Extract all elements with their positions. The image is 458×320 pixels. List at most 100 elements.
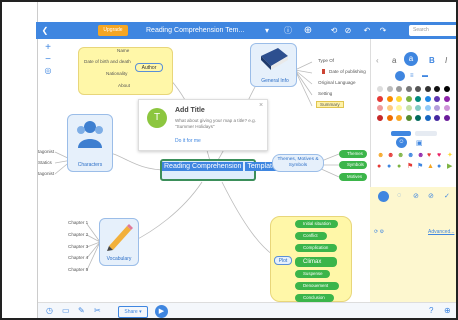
sticker-icon[interactable]: ☻ (417, 152, 424, 160)
color-swatch[interactable] (377, 105, 383, 111)
plot-item[interactable]: Conflict (295, 232, 327, 240)
sticker-icon[interactable]: ● (377, 163, 381, 171)
settings-icon[interactable]: ⟳ ⚙ (374, 229, 384, 235)
plot-node[interactable]: Plot (274, 256, 292, 265)
tools-icon[interactable]: ✂ (94, 306, 101, 315)
color-swatch[interactable] (443, 105, 450, 111)
color-swatch[interactable] (386, 86, 393, 92)
sticker-icon[interactable]: ♥ (437, 152, 441, 160)
color-swatch[interactable] (415, 114, 421, 121)
plot-item[interactable]: Suspense (295, 270, 330, 278)
sticker-icon[interactable]: ☻ (407, 152, 414, 160)
tab-background[interactable] (415, 131, 437, 136)
image-tab-icon[interactable]: ▣ (416, 139, 423, 147)
sticker-icon[interactable]: ● (397, 163, 401, 171)
plot-item[interactable]: Denouement (295, 282, 339, 290)
sticker-icon[interactable]: ♥ (427, 152, 431, 160)
color-swatch[interactable] (386, 95, 393, 102)
color-swatch[interactable] (415, 105, 421, 111)
sticker-selected-icon[interactable] (378, 191, 389, 202)
characters-node[interactable]: Characters (70, 162, 110, 168)
general-info-node[interactable]: General Info (255, 78, 295, 84)
help-icon[interactable]: ? (429, 306, 433, 315)
history-icon[interactable]: ◷ (46, 306, 53, 315)
close-icon[interactable]: × (259, 102, 263, 109)
sticker-icon[interactable]: ☻ (377, 152, 384, 160)
color-swatch[interactable] (405, 114, 412, 121)
author-item[interactable]: Name (117, 48, 129, 53)
color-swatch[interactable] (386, 114, 393, 121)
color-swatch[interactable] (434, 105, 440, 111)
general-info-item[interactable]: Date of publishing (322, 69, 366, 74)
color-swatch[interactable] (424, 114, 431, 121)
color-swatch[interactable] (377, 86, 383, 92)
themes-item[interactable]: Motives (339, 173, 367, 181)
sticker-icon[interactable]: ☻ (387, 152, 394, 160)
color-swatch[interactable] (424, 105, 431, 111)
comment-icon[interactable]: ◌ (397, 192, 401, 199)
shape-icon[interactable]: ▬ (422, 73, 428, 79)
sticker-icon[interactable]: ⚑ (407, 163, 413, 171)
themes-item[interactable]: Themes (339, 150, 367, 158)
sticker-icon[interactable]: ▶ (447, 163, 452, 171)
attach-icon[interactable]: ⊘ (428, 192, 434, 200)
themes-item[interactable]: Symbols (339, 161, 367, 169)
author-node[interactable]: Author (135, 63, 163, 72)
color-swatch[interactable] (405, 86, 412, 92)
present-icon[interactable]: ▭ (62, 306, 70, 315)
play-button[interactable]: ▶ (155, 305, 168, 318)
color-swatch[interactable] (396, 86, 402, 92)
tab-colors[interactable] (391, 131, 411, 136)
chevron-left-icon[interactable]: ‹ (376, 56, 379, 65)
color-swatch[interactable] (396, 114, 402, 121)
characters-item[interactable]: Statics (38, 160, 52, 165)
color-swatch[interactable] (443, 95, 450, 102)
characters-item[interactable]: tagonist (38, 171, 54, 176)
color-swatch[interactable] (443, 114, 450, 121)
general-info-item[interactable]: Type Of (318, 58, 334, 63)
text-color-icon[interactable] (395, 71, 405, 81)
general-info-item[interactable]: Setting (318, 91, 332, 96)
color-swatch[interactable] (415, 86, 421, 92)
plot-item[interactable]: Complication (295, 244, 337, 252)
vocabulary-item[interactable]: Chapter 1 (68, 220, 88, 225)
sticker-icon[interactable]: ⚑ (417, 163, 423, 171)
link-panel-icon[interactable]: ⊘ (413, 192, 419, 200)
general-info-item[interactable]: Original Language (318, 80, 356, 85)
plot-item[interactable]: Initial situation (295, 220, 338, 228)
sticker-icon[interactable]: ● (387, 163, 391, 171)
general-info-item[interactable]: Summary (316, 101, 344, 108)
characters-item[interactable]: tagonist (38, 149, 54, 154)
color-swatch[interactable] (424, 86, 431, 92)
author-item[interactable]: Date of birth and death (84, 59, 131, 64)
color-swatch[interactable] (434, 114, 440, 121)
italic-icon[interactable]: I (445, 56, 447, 65)
pen-icon[interactable]: ✎ (78, 306, 85, 315)
do-it-for-me-link[interactable]: Do it for me (175, 138, 201, 144)
color-swatch[interactable] (405, 105, 412, 111)
color-swatch[interactable] (424, 95, 431, 102)
vocabulary-node[interactable]: Vocabulary (100, 256, 138, 262)
sticker-icon[interactable]: ▲ (427, 163, 434, 171)
align-icon[interactable]: ≡ (410, 73, 414, 79)
font-size-small-icon[interactable]: a (392, 56, 396, 65)
themes-node[interactable]: Themes, Motives & Symbols (272, 154, 324, 172)
color-swatch[interactable] (396, 105, 402, 111)
font-size-large-icon[interactable]: a (404, 52, 418, 66)
bold-icon[interactable]: B (429, 56, 435, 65)
color-swatch[interactable] (434, 95, 440, 102)
check-icon[interactable]: ✓ (444, 192, 450, 200)
plot-item[interactable]: Conclusion (295, 294, 334, 302)
plot-item[interactable]: Climax (295, 257, 337, 267)
central-topic[interactable]: Reading Comprehension Template (Fiction) (160, 159, 306, 181)
share-button[interactable]: Share ▾ (118, 306, 148, 318)
color-swatch[interactable] (396, 95, 402, 102)
author-item[interactable]: Nationality (106, 71, 127, 76)
sticker-icon[interactable]: ☻ (397, 152, 404, 160)
vocabulary-item[interactable]: Chapter 3 (68, 244, 88, 249)
color-swatch[interactable] (434, 86, 440, 92)
vocabulary-item[interactable]: Chapter 5 (68, 267, 88, 272)
emoji-tab-icon[interactable]: ☺ (396, 137, 407, 148)
color-swatch[interactable] (405, 95, 412, 102)
sticker-icon[interactable]: ✦ (447, 152, 453, 160)
